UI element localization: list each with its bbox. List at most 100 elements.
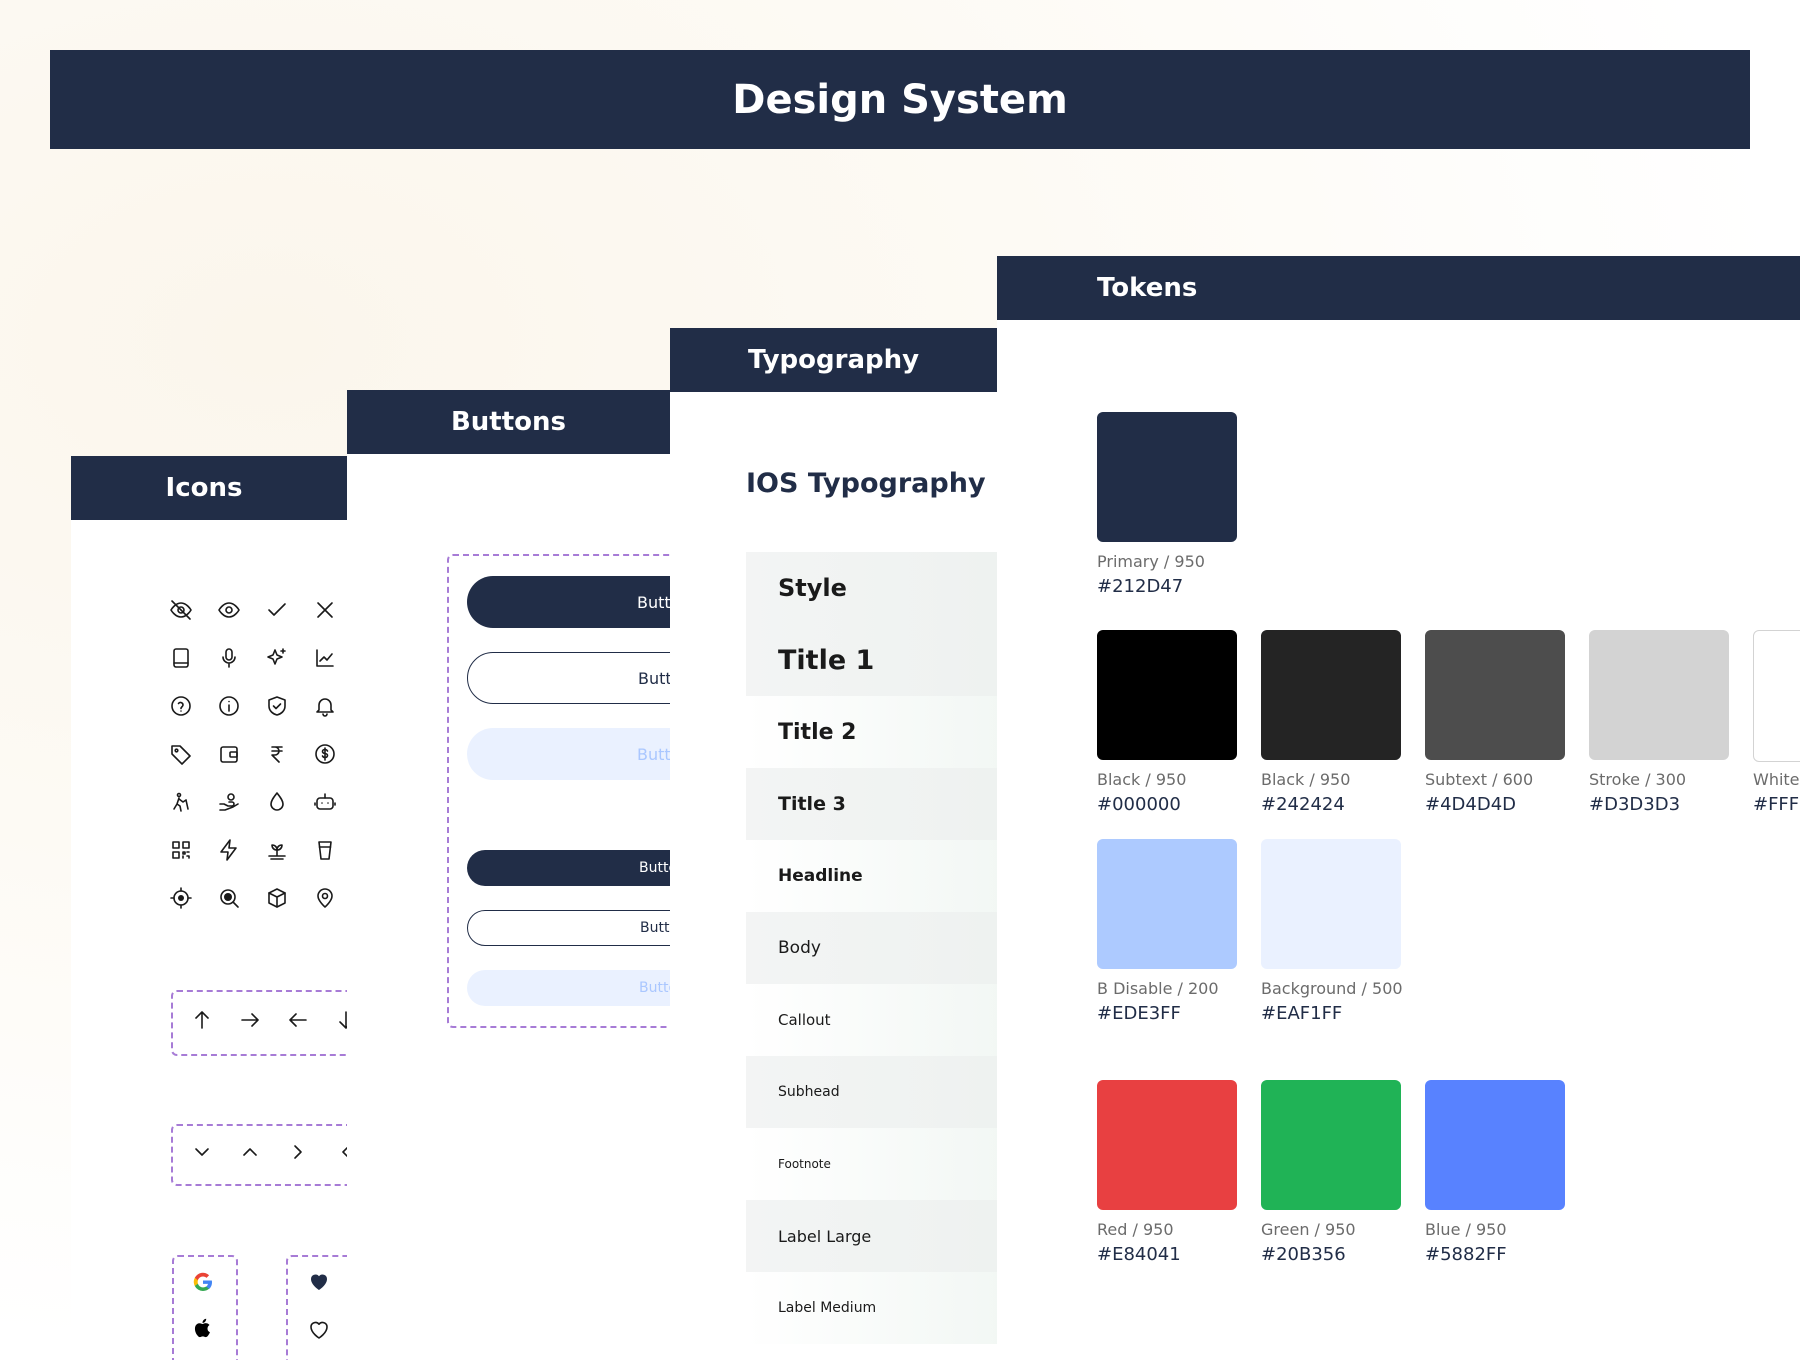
shield-check-icon bbox=[265, 694, 289, 718]
color-swatch bbox=[1425, 630, 1565, 760]
qr-code-icon bbox=[169, 838, 193, 862]
color-swatch bbox=[1261, 839, 1401, 969]
google-icon bbox=[191, 1270, 215, 1294]
icons-panel: Icons bbox=[71, 456, 347, 1360]
type-style-row: Headline bbox=[746, 840, 997, 912]
color-swatch bbox=[1097, 1080, 1237, 1210]
typography-heading: IOS Typography (De bbox=[746, 468, 997, 499]
button-fill[interactable]: Button bbox=[467, 576, 670, 628]
color-swatch bbox=[1589, 630, 1729, 760]
swatch-hex: #4D4D4D bbox=[1425, 794, 1517, 815]
swatch-hex: #EAF1FF bbox=[1261, 1003, 1343, 1024]
bell-icon bbox=[313, 694, 337, 718]
swatch-hex: #FFFF bbox=[1753, 794, 1800, 815]
type-style-row: Body bbox=[746, 912, 997, 984]
close-icon bbox=[313, 598, 337, 622]
microphone-icon bbox=[217, 646, 241, 670]
buttons-title: Buttons bbox=[450, 407, 567, 437]
location-icon bbox=[313, 886, 337, 910]
type-style-row: Title 3 bbox=[746, 768, 997, 840]
chevron-up-icon bbox=[238, 1140, 262, 1164]
buttons-panel: Buttons Button Button Button Button Button Bu… bbox=[347, 390, 670, 1360]
swatch-name: Blue / 950 bbox=[1425, 1220, 1507, 1239]
buttons-header: Buttons bbox=[347, 390, 670, 454]
dollar-icon bbox=[313, 742, 337, 766]
type-style-row: Title 1 bbox=[746, 624, 997, 696]
type-style-row: Title 2 bbox=[746, 696, 997, 768]
color-swatch bbox=[1753, 630, 1800, 762]
type-style-row: Subhead bbox=[746, 1056, 997, 1128]
swatch-hex: #000000 bbox=[1097, 794, 1181, 815]
tokens-panel: Tokens Primary / 950 #212D47 Black / 950 #0… bbox=[997, 256, 1800, 1360]
drop-icon bbox=[265, 790, 289, 814]
swatch-hex: #242424 bbox=[1261, 794, 1345, 815]
tag-icon bbox=[169, 742, 193, 766]
type-style-row: Label Medium bbox=[746, 1272, 997, 1344]
swatch-name: Subtext / 600 bbox=[1425, 770, 1534, 789]
sparkle-icon bbox=[265, 646, 289, 670]
swatch-hex: #E84041 bbox=[1097, 1244, 1181, 1265]
swatch-hex: #D3D3D3 bbox=[1589, 794, 1681, 815]
arrow-up-icon bbox=[190, 1008, 214, 1032]
eye-icon bbox=[217, 598, 241, 622]
tokens-header: Tokens bbox=[997, 256, 1800, 320]
chevron-left-icon bbox=[334, 1140, 347, 1164]
robot-icon bbox=[313, 790, 337, 814]
swatch-name: White bbox=[1753, 770, 1800, 789]
search-icon bbox=[217, 886, 241, 910]
lightning-icon bbox=[217, 838, 241, 862]
swatch-name: Black / 950 bbox=[1097, 770, 1187, 789]
type-style-row: Style bbox=[746, 552, 997, 624]
color-swatch bbox=[1425, 1080, 1565, 1210]
button-out[interactable]: Button bbox=[467, 910, 670, 946]
heart-outline-icon bbox=[307, 1318, 331, 1342]
color-swatch bbox=[1261, 1080, 1401, 1210]
arrow-right-icon bbox=[238, 1008, 262, 1032]
design-system-banner: Design System bbox=[50, 50, 1750, 149]
typography-title: Typography bbox=[747, 345, 920, 375]
swatch-hex: #20B356 bbox=[1261, 1244, 1346, 1265]
swatch-name: B Disable / 200 bbox=[1097, 979, 1219, 998]
hand-coin-icon bbox=[217, 790, 241, 814]
swatch-hex: #EDE3FF bbox=[1097, 1003, 1181, 1024]
tokens-title: Tokens bbox=[1097, 273, 1198, 303]
arrow-left-icon bbox=[286, 1008, 310, 1032]
color-swatch bbox=[1097, 412, 1237, 542]
plant-icon bbox=[265, 838, 289, 862]
color-swatch bbox=[1097, 839, 1237, 969]
button-dis[interactable]: Button bbox=[467, 970, 670, 1006]
chevron-right-icon bbox=[286, 1140, 310, 1164]
swatch-name: Red / 950 bbox=[1097, 1220, 1174, 1239]
cup-icon bbox=[313, 838, 337, 862]
button-dis[interactable]: Button bbox=[467, 728, 670, 780]
help-icon bbox=[169, 694, 193, 718]
eye-off-icon bbox=[169, 598, 193, 622]
swatch-name: Stroke / 300 bbox=[1589, 770, 1687, 789]
wallet-icon bbox=[217, 742, 241, 766]
color-swatch bbox=[1097, 630, 1237, 760]
dog-walk-icon bbox=[169, 790, 193, 814]
swatch-name: Black / 950 bbox=[1261, 770, 1351, 789]
button-out[interactable]: Button bbox=[467, 652, 670, 704]
check-icon bbox=[265, 598, 289, 622]
page-title: Design System bbox=[732, 76, 1068, 123]
typography-panel: Typography IOS Typography (De StyleTitle… bbox=[670, 328, 997, 1360]
icons-title: Icons bbox=[165, 473, 243, 503]
swatch-hex: #212D47 bbox=[1097, 576, 1184, 597]
rupee-icon bbox=[265, 742, 289, 766]
swatch-name: Green / 950 bbox=[1261, 1220, 1356, 1239]
button-fill[interactable]: Button bbox=[467, 850, 670, 886]
heart-filled-icon bbox=[307, 1270, 331, 1294]
icons-header: Icons bbox=[71, 456, 347, 520]
typography-header: Typography bbox=[670, 328, 997, 392]
type-style-row: Footnote bbox=[746, 1128, 997, 1200]
book-icon bbox=[169, 646, 193, 670]
apple-icon bbox=[191, 1316, 215, 1340]
swatch-hex: #5882FF bbox=[1425, 1244, 1507, 1265]
arrow-down-icon bbox=[334, 1008, 347, 1032]
target-icon bbox=[169, 886, 193, 910]
swatch-name: Background / 500 bbox=[1261, 979, 1403, 998]
swatch-name: Primary / 950 bbox=[1097, 552, 1205, 571]
chart-up-icon bbox=[313, 646, 337, 670]
info-icon bbox=[217, 694, 241, 718]
